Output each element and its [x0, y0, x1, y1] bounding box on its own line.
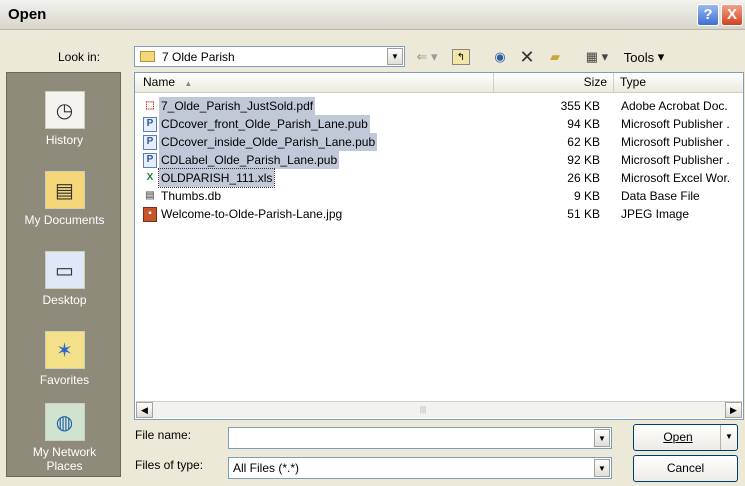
look-in-label: Look in:	[58, 50, 101, 64]
look-in-dropdown[interactable]: 7 Olde Parish ▼	[134, 46, 405, 67]
close-button[interactable]: X	[721, 4, 743, 26]
column-header-type[interactable]: Type	[614, 73, 743, 93]
file-row[interactable]: P CDcover_front_Olde_Parish_Lane.pub 94 K…	[135, 115, 743, 133]
place-label: Favorites	[39, 373, 90, 387]
tools-menu[interactable]: Tools ▾	[618, 47, 670, 67]
up-folder-icon[interactable]: ↰	[452, 49, 470, 65]
file-row[interactable]: X OLDPARISH_111.xls 26 KB Microsoft Excel…	[135, 168, 743, 188]
documents-folder-icon: ▤	[44, 171, 85, 209]
back-icon[interactable]: ⇐ ▾	[412, 47, 442, 67]
scroll-thumb[interactable]: |||	[416, 405, 430, 415]
publisher-icon: P	[143, 134, 157, 150]
tools-label: Tools	[623, 49, 655, 65]
publisher-icon: P	[143, 116, 157, 132]
file-row[interactable]: ▤ Thumbs.db 9 KB Data Base File	[135, 187, 743, 205]
place-label: History	[45, 133, 84, 147]
look-in-value: 7 Olde Parish	[162, 50, 235, 64]
window-title: Open	[8, 6, 47, 23]
sort-ascending-icon: ▲	[184, 79, 193, 88]
chevron-down-icon[interactable]: ▼	[594, 459, 610, 477]
delete-icon[interactable]: ✕	[518, 47, 536, 67]
horizontal-scrollbar[interactable]: ◀ ||| ▶	[136, 401, 742, 418]
place-my-network-places[interactable]: ◍ My Network Places	[7, 403, 122, 473]
file-type-dropdown[interactable]: All Files (*.*) ▼	[228, 457, 612, 479]
column-header-size[interactable]: Size	[494, 73, 614, 93]
file-name-label: File name:	[135, 428, 192, 442]
network-globe-icon: ◍	[44, 403, 85, 441]
places-bar: ◷ History ▤ My Documents ▭ Desktop ✶ Fav…	[6, 72, 121, 477]
file-row[interactable]: ⬚ 7_Olde_Parish_JustSold.pdf 355 KB Adobe…	[135, 97, 743, 115]
open-button[interactable]: Open ▼	[633, 424, 738, 451]
place-label: My Network Places	[32, 445, 97, 473]
file-name-field[interactable]: ▼	[228, 427, 612, 449]
place-label: Desktop	[42, 293, 87, 307]
new-folder-icon[interactable]: ▰	[545, 47, 565, 67]
place-history[interactable]: ◷ History	[7, 91, 122, 147]
file-list[interactable]: Name ▲ Size Type ⬚ 7_Olde_Parish_JustSold…	[134, 72, 744, 420]
search-web-icon[interactable]: ◉	[490, 47, 510, 67]
database-icon: ▤	[145, 190, 155, 201]
folder-icon	[140, 51, 155, 62]
pdf-icon: ⬚	[145, 100, 155, 111]
chevron-down-icon[interactable]: ▼	[594, 429, 610, 447]
scroll-right-icon[interactable]: ▶	[725, 402, 742, 418]
publisher-icon: P	[143, 152, 157, 168]
cancel-button[interactable]: Cancel	[633, 455, 738, 482]
file-type-value: All Files (*.*)	[233, 461, 300, 475]
file-type-label: Files of type:	[135, 458, 204, 472]
column-header-name[interactable]: Name ▲	[135, 73, 494, 93]
place-desktop[interactable]: ▭ Desktop	[7, 251, 122, 307]
excel-icon: X	[146, 172, 154, 183]
desktop-icon: ▭	[44, 251, 85, 289]
image-icon: ▪	[143, 206, 157, 222]
file-row[interactable]: ▪ Welcome-to-Olde-Parish-Lane.jpg 51 KB J…	[135, 205, 743, 223]
open-options-chevron-icon[interactable]: ▼	[720, 425, 737, 450]
chevron-down-icon[interactable]: ▼	[387, 48, 403, 65]
scroll-left-icon[interactable]: ◀	[136, 402, 153, 418]
views-icon[interactable]: ▦ ▾	[580, 47, 614, 67]
help-button[interactable]: ?	[697, 4, 719, 26]
file-row[interactable]: P CDcover_inside_Olde_Parish_Lane.pub 62 …	[135, 133, 743, 151]
place-label: My Documents	[24, 213, 105, 227]
place-favorites[interactable]: ✶ Favorites	[7, 331, 122, 387]
favorites-folder-icon: ✶	[44, 331, 85, 369]
place-my-documents[interactable]: ▤ My Documents	[7, 171, 122, 227]
title-bar: Open ? X	[0, 0, 745, 30]
clock-icon: ◷	[44, 91, 85, 129]
file-row[interactable]: P CDLabel_Olde_Parish_Lane.pub 92 KB Micr…	[135, 151, 743, 169]
